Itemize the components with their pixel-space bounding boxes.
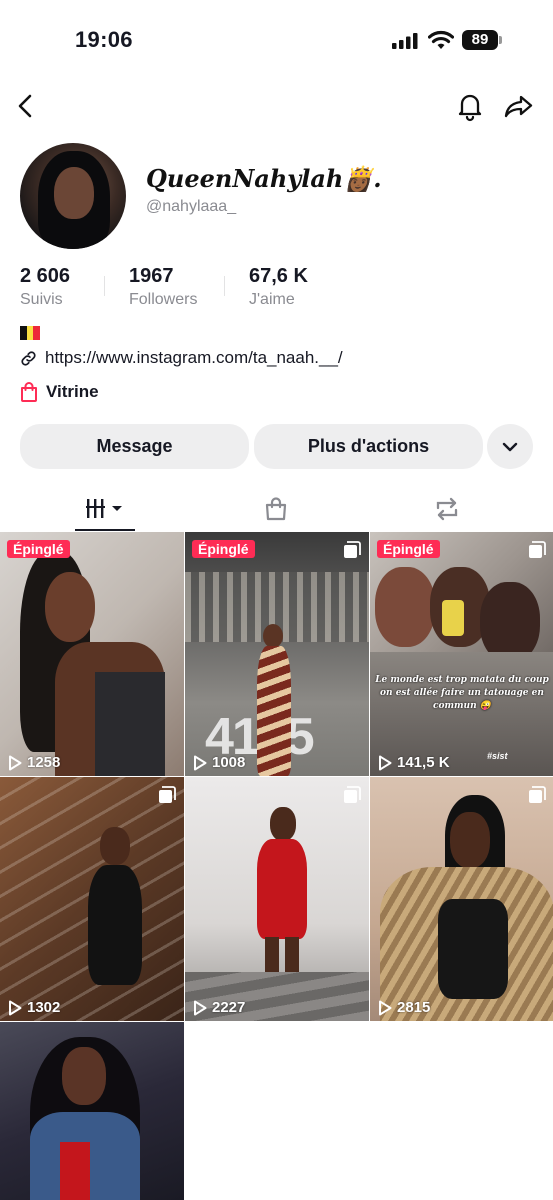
content-tabs xyxy=(0,486,553,532)
message-button[interactable]: Message xyxy=(20,424,249,469)
stat-value: 1967 xyxy=(129,265,174,287)
active-tab-indicator xyxy=(75,529,135,531)
pinned-badge: Épinglé xyxy=(192,540,255,558)
shopping-bag-icon xyxy=(21,382,37,402)
status-time: 19:06 xyxy=(75,27,133,52)
thumbnail-face xyxy=(270,807,296,841)
thumbnail-top xyxy=(95,672,165,776)
username: @nahylaaa_ xyxy=(146,198,237,215)
stat-divider xyxy=(224,276,225,296)
tab-videos[interactable] xyxy=(75,486,135,532)
play-icon xyxy=(194,1000,207,1015)
cellular-signal-icon xyxy=(392,33,418,49)
stat-label: Followers xyxy=(129,291,198,308)
stat-followers[interactable]: 1967 Followers xyxy=(129,265,197,309)
profile-avatar[interactable] xyxy=(20,143,126,249)
stat-value: 2 606 xyxy=(20,265,71,287)
more-actions-button[interactable]: Plus d'actions xyxy=(254,424,483,469)
view-count-value: 2227 xyxy=(212,999,246,1016)
view-count: 1008 xyxy=(193,754,245,771)
pinned-badge: Épinglé xyxy=(377,540,440,558)
wifi-icon xyxy=(428,30,454,49)
video-tile[interactable]: 2815 xyxy=(370,777,553,1021)
avatar-face xyxy=(54,167,94,219)
top-nav-bar xyxy=(0,82,553,130)
view-count-value: 1008 xyxy=(212,754,246,771)
play-icon xyxy=(194,755,207,770)
profile-stats: 2 606 Suivis 1967 Followers 67,6 K J'aim… xyxy=(20,265,540,310)
video-tile[interactable]: Le monde est trop matata du coup on est … xyxy=(370,532,553,776)
thumbnail-dress xyxy=(257,646,291,776)
battery-indicator: 89 xyxy=(462,30,502,52)
thumbnail-dress xyxy=(88,865,142,985)
belgium-flag-icon xyxy=(20,326,41,340)
battery-level: 89 xyxy=(462,30,498,50)
video-tile[interactable]: 1302 xyxy=(0,777,184,1021)
chevron-down-icon xyxy=(502,442,518,451)
suggested-accounts-button[interactable] xyxy=(487,424,533,469)
thumbnail-phone xyxy=(442,600,464,636)
multi-photo-icon xyxy=(529,786,546,803)
shop-bag-icon xyxy=(265,497,287,521)
stat-label: Suivis xyxy=(20,291,63,308)
display-name: QueenNahylah👸🏾. xyxy=(146,164,382,193)
view-count-value: 2815 xyxy=(397,999,431,1016)
view-count: 2815 xyxy=(378,999,430,1016)
thumbnail-face xyxy=(100,827,130,865)
video-tile[interactable]: Épinglé 1258 xyxy=(0,532,184,776)
vitrine-label: Vitrine xyxy=(46,382,99,401)
back-arrow-icon[interactable] xyxy=(10,90,42,122)
stat-value: 67,6 K xyxy=(249,265,308,287)
view-count: 1302 xyxy=(8,999,60,1016)
videos-grid-icon xyxy=(86,499,122,518)
video-tile[interactable]: 4135 Épinglé 1008 xyxy=(185,532,369,776)
bell-icon[interactable] xyxy=(454,90,486,122)
stat-following[interactable]: 2 606 Suivis xyxy=(20,265,70,309)
tab-shop[interactable] xyxy=(246,486,306,532)
view-count: 2227 xyxy=(193,999,245,1016)
multi-photo-icon xyxy=(344,541,361,558)
link-icon xyxy=(21,350,36,366)
thumbnail-top xyxy=(60,1142,90,1200)
battery-tip xyxy=(499,36,502,44)
bio-link[interactable]: https://www.instagram.com/ta_naah.__/ xyxy=(20,347,343,369)
stat-label: J'aime xyxy=(249,291,295,308)
video-hashtag: #sist xyxy=(487,751,508,761)
play-icon xyxy=(379,1000,392,1015)
view-count-value: 1258 xyxy=(27,754,61,771)
thumbnail-person xyxy=(375,567,435,647)
thumbnail-person xyxy=(480,582,540,662)
view-count-value: 141,5 K xyxy=(397,754,450,771)
video-tile[interactable] xyxy=(0,1022,184,1200)
thumbnail-face xyxy=(450,812,490,868)
view-count: 141,5 K xyxy=(378,754,450,771)
share-arrow-icon[interactable] xyxy=(503,90,535,122)
play-icon xyxy=(9,755,22,770)
thumbnail-face xyxy=(45,572,95,642)
thumbnail-dress xyxy=(257,839,307,939)
view-count-value: 1302 xyxy=(27,999,61,1016)
status-bar: 19:06 89 xyxy=(0,0,553,80)
thumbnail-face xyxy=(263,624,283,648)
video-tile[interactable]: 2227 xyxy=(185,777,369,1021)
stat-divider xyxy=(104,276,105,296)
play-icon xyxy=(379,755,392,770)
bio-link-text: https://www.instagram.com/ta_naah.__/ xyxy=(45,348,343,367)
multi-photo-icon xyxy=(529,541,546,558)
pinned-badge: Épinglé xyxy=(7,540,70,558)
multi-photo-icon xyxy=(159,786,176,803)
tab-reposts[interactable] xyxy=(417,486,477,532)
play-icon xyxy=(9,1000,22,1015)
vitrine-link[interactable]: Vitrine xyxy=(20,380,99,404)
thumbnail-face xyxy=(62,1047,106,1105)
stat-likes[interactable]: 67,6 K J'aime xyxy=(249,265,308,309)
view-count: 1258 xyxy=(8,754,60,771)
repost-icon xyxy=(436,497,458,521)
video-caption: Le monde est trop matata du coup on est … xyxy=(375,675,549,711)
multi-photo-icon xyxy=(344,786,361,803)
thumbnail-corset xyxy=(438,899,508,999)
